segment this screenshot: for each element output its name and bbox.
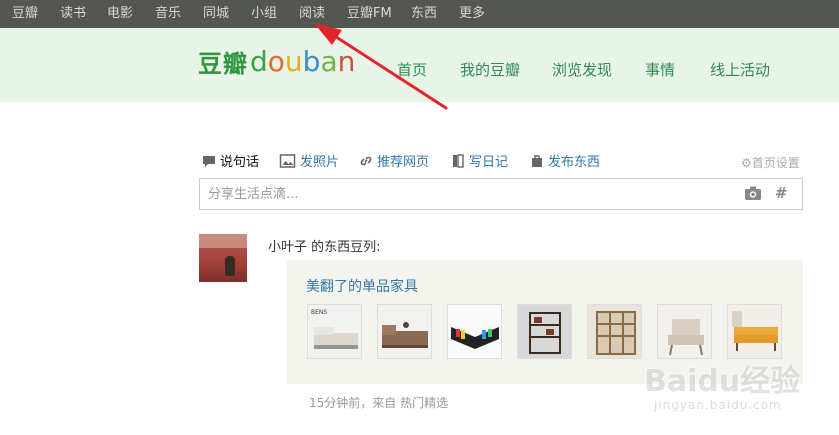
feed-source-link[interactable]: 热门精选 <box>400 396 448 410</box>
feed-action: 的东西豆列: <box>307 240 381 255</box>
feed-headline: 小叶子 的东西豆列: <box>268 236 381 255</box>
tool-say-something[interactable]: 说句话 <box>202 154 259 172</box>
mainnav-online-activities[interactable]: 线上活动 <box>710 59 770 79</box>
logo-letter: d <box>250 45 268 78</box>
watermark-main: Baidu经验 <box>644 364 801 399</box>
topnav-more[interactable]: 更多 <box>459 0 485 28</box>
feed-username[interactable]: 小叶子 <box>268 240 307 255</box>
topnav-read[interactable]: 阅读 <box>299 0 325 28</box>
home-settings-link[interactable]: ⚙首页设置 <box>741 154 800 172</box>
topnav-movies[interactable]: 电影 <box>107 0 133 28</box>
home-settings-label: 首页设置 <box>751 156 800 170</box>
tool-post-photo[interactable]: 发照片 <box>279 154 339 172</box>
avatar[interactable] <box>199 234 247 282</box>
mainnav-explore[interactable]: 浏览发现 <box>552 59 612 79</box>
tool-label: 发照片 <box>300 155 340 170</box>
tool-label: 推荐网页 <box>377 155 430 170</box>
top-nav-bar: 豆瓣 读书 电影 音乐 同城 小组 阅读 豆瓣FM 东西 更多 <box>0 0 839 28</box>
topnav-city[interactable]: 同城 <box>203 0 229 28</box>
speech-bubble-icon <box>203 156 215 167</box>
thumb-bookshelf-colorful[interactable] <box>447 304 502 359</box>
status-input-box <box>199 178 803 210</box>
topnav-fm[interactable]: 豆瓣FM <box>347 0 392 28</box>
link-icon <box>360 156 372 166</box>
logo-chinese: 豆瓣 <box>198 50 248 78</box>
tool-post-item[interactable]: 发布东西 <box>530 154 600 172</box>
gear-icon: ⚙ <box>741 156 752 170</box>
photo-icon <box>279 154 296 168</box>
svg-text:BENS: BENS <box>311 309 327 316</box>
topnav-music[interactable]: 音乐 <box>155 0 181 28</box>
thumb-sofa-brown[interactable] <box>377 304 432 359</box>
thumb-sofa-bens[interactable]: BENS <box>307 304 362 359</box>
logo-letter: o <box>267 45 285 78</box>
thumb-rack-wood[interactable] <box>517 304 572 359</box>
baidu-jingyan-watermark: Baidu经验 jingyan.baidu.com <box>640 356 830 426</box>
mainnav-my-douban[interactable]: 我的豆瓣 <box>460 59 520 79</box>
logo-english: douban <box>250 45 355 78</box>
douban-logo[interactable]: 豆瓣douban <box>198 44 355 84</box>
topnav-dongxi[interactable]: 东西 <box>411 0 437 28</box>
watermark-sub: jingyan.baidu.com <box>654 398 782 412</box>
logo-letter: u <box>284 45 303 78</box>
tool-label: 写日记 <box>469 155 509 170</box>
topnav-douban[interactable]: 豆瓣 <box>12 0 38 28</box>
tool-label: 发布东西 <box>548 155 601 170</box>
camera-icon[interactable] <box>744 185 762 201</box>
tool-recommend-link[interactable]: 推荐网页 <box>359 154 429 172</box>
logo-letter: b <box>302 45 321 78</box>
status-input[interactable] <box>200 179 720 209</box>
feed-time: 15分钟前，来自 <box>309 396 401 410</box>
mainnav-events[interactable]: 事情 <box>645 59 675 79</box>
topnav-groups[interactable]: 小组 <box>251 0 277 28</box>
topnav-books[interactable]: 读书 <box>60 0 86 28</box>
thumb-armchair[interactable] <box>657 304 712 359</box>
hashtag-icon[interactable]: # <box>775 184 788 202</box>
tool-write-diary[interactable]: 写日记 <box>451 154 508 172</box>
book-icon <box>453 154 464 168</box>
thumb-sofa-orange[interactable] <box>727 304 782 359</box>
thumb-shelf-cubes[interactable] <box>587 304 642 359</box>
bag-icon <box>532 155 542 167</box>
logo-letter: a <box>320 45 338 78</box>
doulist-title[interactable]: 美翻了的单品家具 <box>306 276 418 296</box>
tool-label: 说句话 <box>220 155 260 170</box>
mainnav-home[interactable]: 首页 <box>397 59 427 79</box>
feed-timestamp: 15分钟前，来自 热门精选 <box>309 394 448 411</box>
logo-letter: n <box>337 45 356 78</box>
